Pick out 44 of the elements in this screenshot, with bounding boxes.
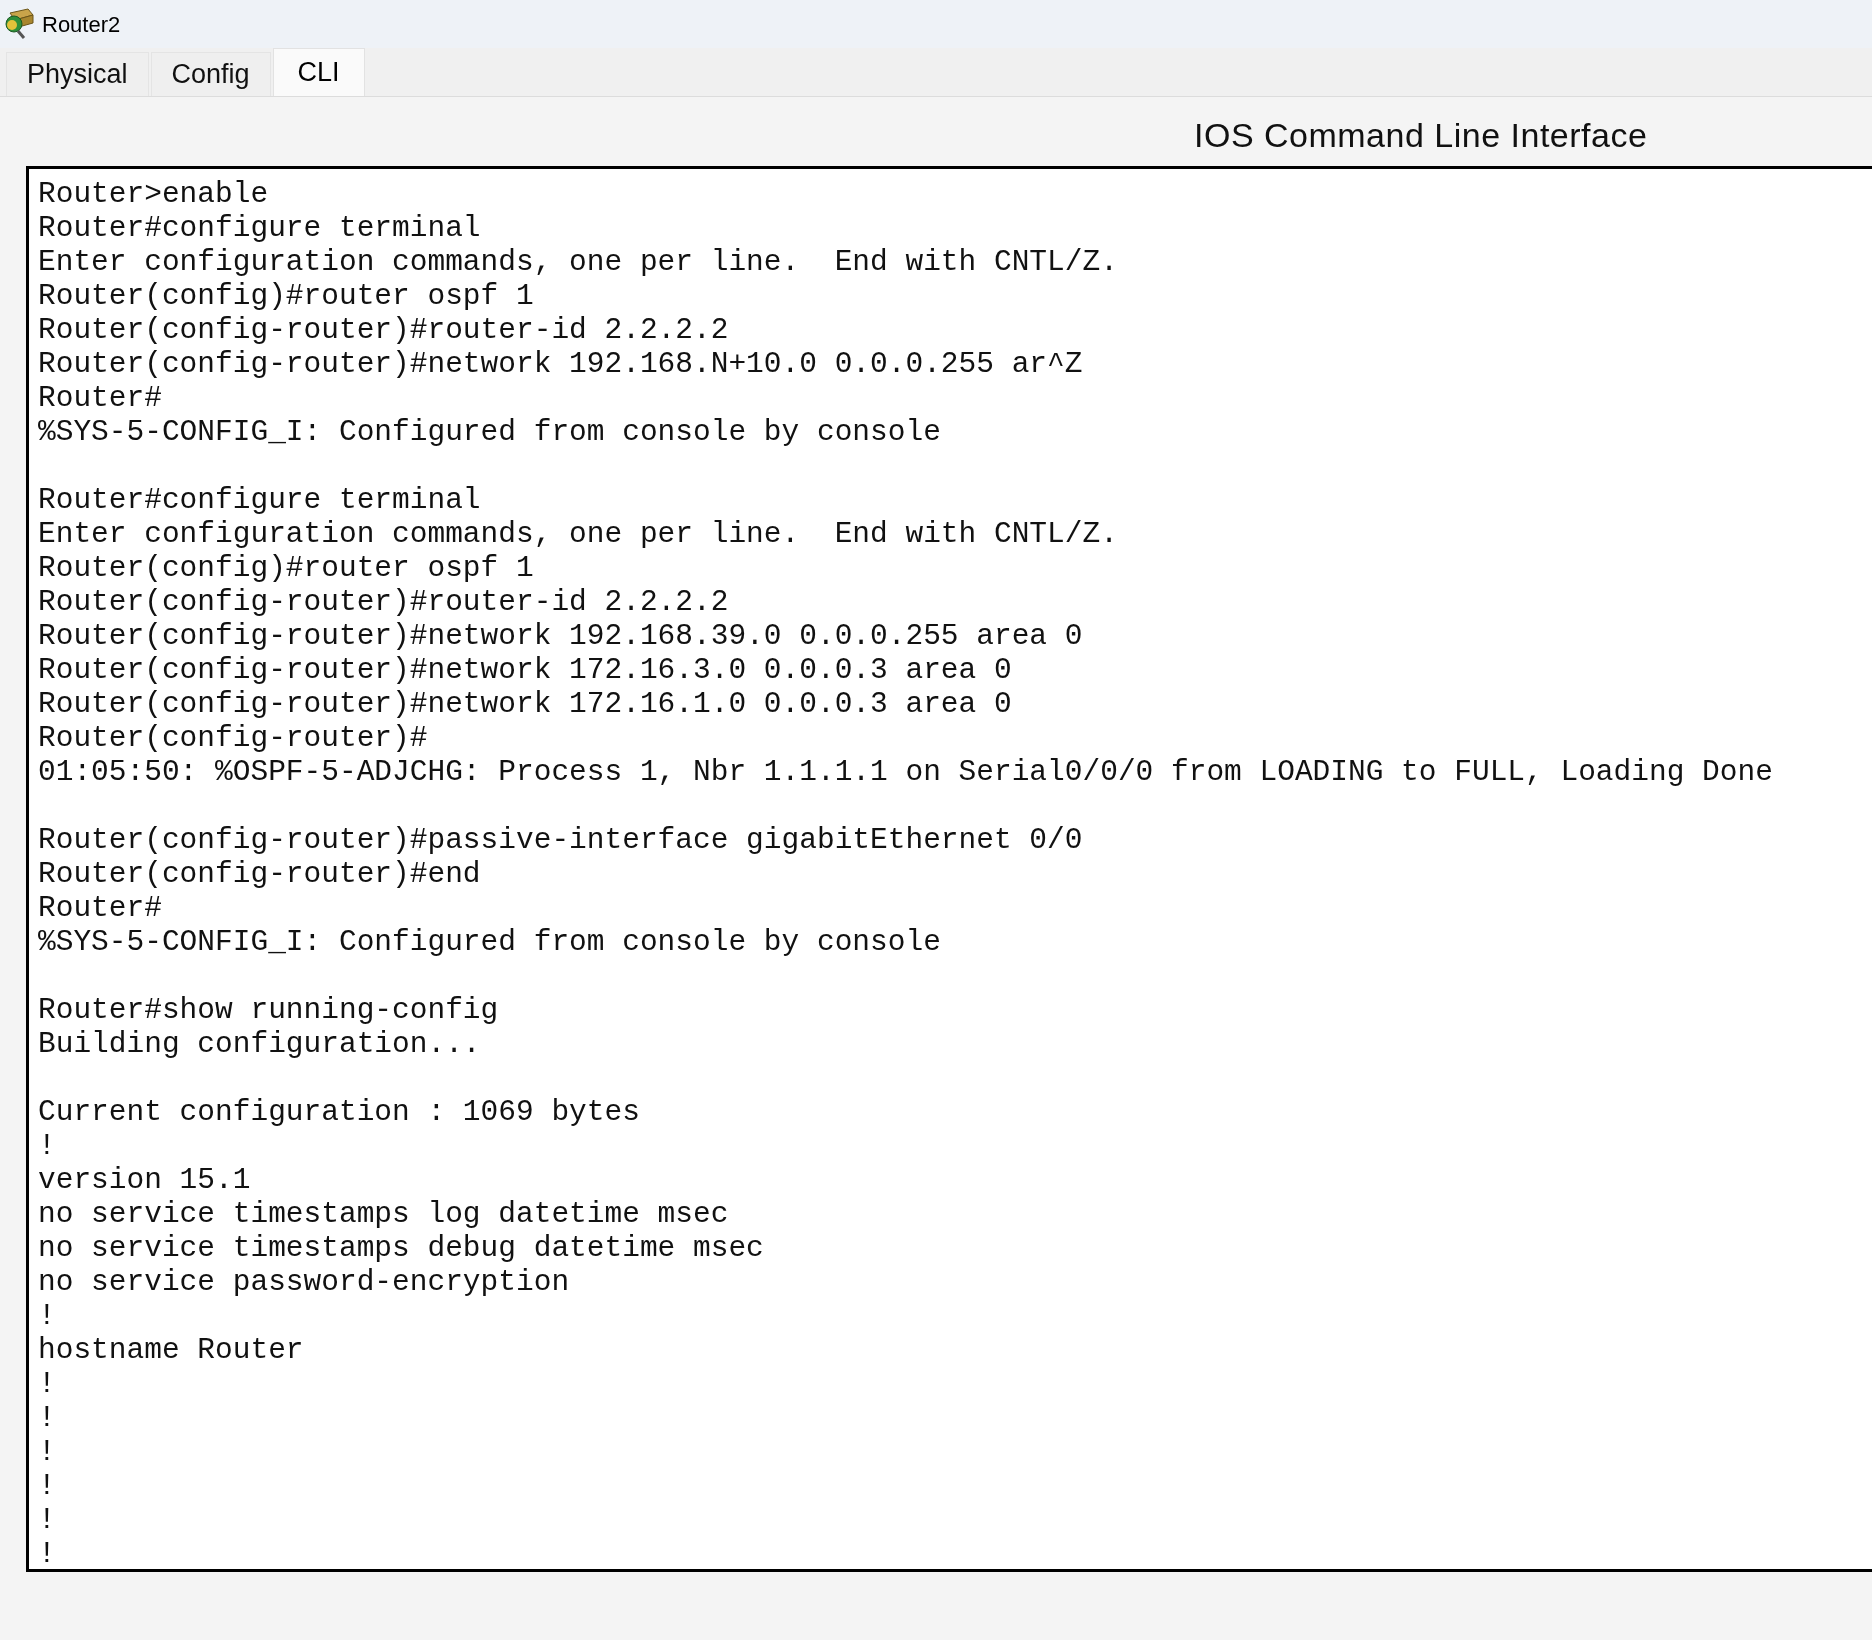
terminal-line: ! (38, 1299, 56, 1333)
terminal-line: version 15.1 (38, 1163, 251, 1197)
terminal-line: Router(config-router)#network 192.168.N+10.0 0.0.0.255 ar^Z (38, 347, 1083, 381)
terminal-line: Enter configuration commands, one per line. End with CNTL/Z. (38, 245, 1118, 279)
tab[interactable]: CLI (272, 48, 365, 96)
terminal-line: Router#show running-config (38, 993, 499, 1027)
terminal-line: Current configuration : 1069 bytes (38, 1095, 640, 1129)
router-app-icon (2, 7, 34, 41)
terminal-line: Router(config-router)#network 172.16.3.0 0.0.0.3 area 0 (38, 653, 1012, 687)
terminal-line: ! (38, 1503, 56, 1537)
cli-heading: IOS Command Line Interface (1194, 115, 1649, 155)
terminal-line: Building configuration... (38, 1027, 481, 1061)
terminal-line: Router(config-router)#passive-interface gigabitEthernet 0/0 (38, 823, 1083, 857)
terminal-line: Router#configure terminal (38, 483, 481, 517)
terminal-line: ! (38, 1435, 56, 1469)
tab[interactable]: Config (150, 52, 271, 96)
terminal-line: Router(config-router)#network 192.168.39.0 0.0.0.255 area 0 (38, 619, 1083, 653)
terminal-line: no service password-encryption (38, 1265, 570, 1299)
terminal-line: Router# (38, 891, 162, 925)
terminal-line: ! (38, 1367, 56, 1401)
terminal-line: Router(config-router)#network 172.16.1.0 0.0.0.3 area 0 (38, 687, 1012, 721)
terminal-line: Enter configuration commands, one per line. End with CNTL/Z. (38, 517, 1118, 551)
terminal-line: Router>enable (38, 177, 269, 211)
terminal-line: %SYS-5-CONFIG_I: Configured from console by console (38, 415, 941, 449)
terminal-line: Router(config)#router ospf 1 (38, 279, 534, 313)
terminal-line: Router(config-router)#router-id 2.2.2.2 (38, 313, 729, 347)
window-title: Router2 (42, 10, 121, 39)
terminal-line: 01:05:50: %OSPF-5-ADJCHG: Process 1, Nbr 1.1.1.1 on Serial0/0/0 from LOADING to FULL, Loading Done (38, 755, 1773, 789)
terminal-line: %SYS-5-CONFIG_I: Configured from console by console (38, 925, 941, 959)
terminal-line: no service timestamps log datetime msec (38, 1197, 729, 1231)
terminal-line: Router#configure terminal (38, 211, 481, 245)
cli-terminal[interactable] (26, 166, 1872, 1572)
terminal-line: Router(config-router)#end (38, 857, 481, 891)
terminal-line: ! (38, 1469, 56, 1503)
tab[interactable]: Physical (6, 52, 149, 96)
terminal-line: ! (38, 1401, 56, 1435)
terminal-line: ! (38, 1537, 56, 1571)
terminal-line: no service timestamps debug datetime msec (38, 1231, 764, 1265)
terminal-line: Router(config-router)#router-id 2.2.2.2 (38, 585, 729, 619)
terminal-line: hostname Router (38, 1333, 304, 1367)
terminal-line: ! (38, 1129, 56, 1163)
terminal-line: Router(config)#router ospf 1 (38, 551, 534, 585)
terminal-line: Router# (38, 381, 162, 415)
terminal-line: Router(config-router)# (38, 721, 428, 755)
